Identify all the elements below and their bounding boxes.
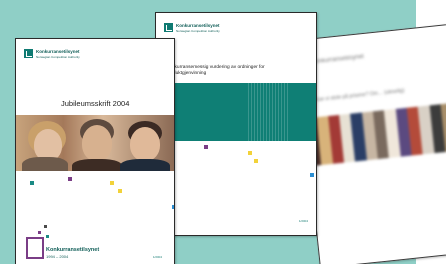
doc2-title: Konkurransemessig vurdering av ordninger… xyxy=(166,65,265,76)
doc2-logo-icon xyxy=(164,23,173,32)
report-cover-1[interactable]: Konkurransetilsynet Norwegian Competitio… xyxy=(15,38,175,264)
doc1-brand-sub: Norwegian Competition Authority xyxy=(36,55,80,59)
doc2-stripes xyxy=(248,83,290,141)
decor-square xyxy=(30,181,34,185)
anniversary-10-logo-icon xyxy=(26,237,44,259)
doc2-brand: Konkurransetilsynet xyxy=(176,23,220,28)
person-2-face xyxy=(82,125,112,161)
stage: Konkurransetilsynet Kan vi stole på pris… xyxy=(0,0,446,264)
decor-square xyxy=(310,173,314,177)
decor-square xyxy=(204,145,208,149)
doc2-brand-sub: Norwegian Competition Authority xyxy=(176,29,220,33)
decor-square xyxy=(172,205,174,209)
person-3-suit xyxy=(120,159,170,171)
doc1-page-label: 1/2004 xyxy=(152,255,162,259)
decor-square xyxy=(68,177,72,181)
doc1-photo xyxy=(16,115,174,171)
decor-square xyxy=(248,151,252,155)
decor-square xyxy=(118,189,122,193)
doc1-footer-brand: Konkurransetilsynet xyxy=(46,247,100,253)
doc3-book-spines xyxy=(305,101,446,167)
doc1-brand: Konkurransetilsynet xyxy=(36,49,80,54)
person-2-suit xyxy=(72,159,122,171)
doc3-brand: Konkurransetilsynet xyxy=(311,54,365,66)
doc3-subtitle: Kan vi stole på prisene? Om… (uleselig) xyxy=(315,87,405,104)
report-cover-3[interactable]: Konkurransetilsynet Kan vi stole på pris… xyxy=(296,22,446,264)
doc1-title: Jubileumsskrift 2004 xyxy=(61,99,130,108)
doc1-logo-icon xyxy=(24,49,33,58)
person-3-face xyxy=(130,127,160,161)
decor-square xyxy=(44,225,47,228)
decor-square xyxy=(110,181,114,185)
doc2-page-label: 1/2004 xyxy=(298,219,308,223)
decor-square xyxy=(38,231,41,234)
report-cover-2[interactable]: Konkurransetilsynet Norwegian Competitio… xyxy=(155,12,317,236)
decor-square xyxy=(46,235,49,238)
doc2-teal-band xyxy=(156,83,316,141)
decor-square xyxy=(254,159,258,163)
person-1-suit xyxy=(22,157,68,171)
doc1-footer-years: 1994 – 2004 xyxy=(46,254,69,259)
